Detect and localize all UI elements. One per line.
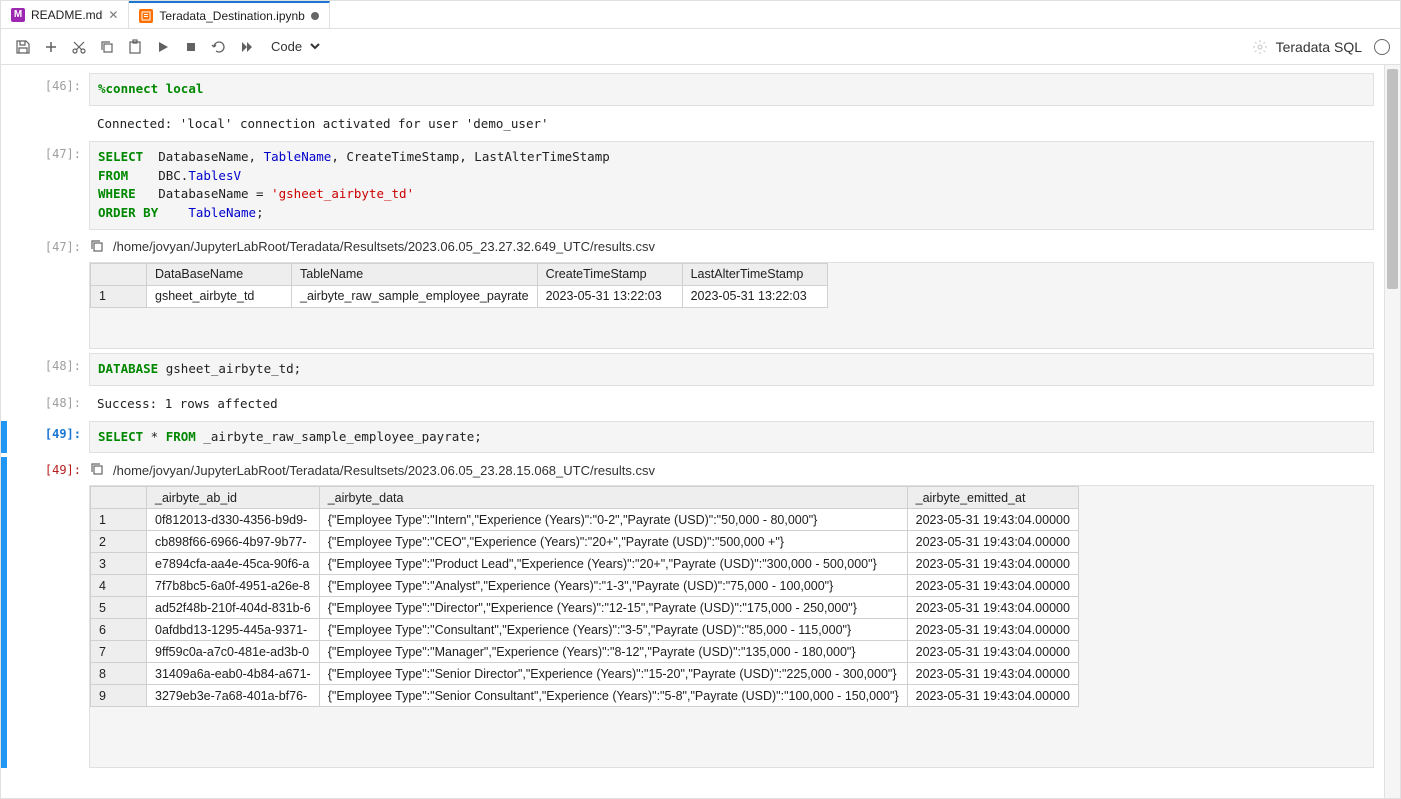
table-row: 5ad52f48b-210f-404d-831b-6{"Employee Typ… xyxy=(91,597,1079,619)
scrollbar-thumb[interactable] xyxy=(1387,69,1398,289)
input-prompt: [49]: xyxy=(7,421,89,454)
markdown-icon: M xyxy=(11,8,25,22)
table-row: 831409a6a-eab0-4b84-a671-{"Employee Type… xyxy=(91,663,1079,685)
settings-icon[interactable] xyxy=(1248,35,1272,59)
vertical-scrollbar[interactable] xyxy=(1384,65,1400,798)
restart-run-all-button[interactable] xyxy=(235,35,259,59)
column-header[interactable]: _airbyte_ab_id xyxy=(147,487,320,509)
interrupt-button[interactable] xyxy=(179,35,203,59)
insert-cell-button[interactable] xyxy=(39,35,63,59)
cut-button[interactable] xyxy=(67,35,91,59)
result-table: DataBaseNameTableNameCreateTimeStampLast… xyxy=(90,263,828,308)
output-text: Connected: 'local' connection activated … xyxy=(89,110,1374,137)
output-text: Success: 1 rows affected xyxy=(89,390,1374,417)
paste-button[interactable] xyxy=(123,35,147,59)
tab-label: Teradata_Destination.ipynb xyxy=(159,9,304,23)
table-row: 10f812013-d330-4356-b9d9-{"Employee Type… xyxy=(91,509,1079,531)
notebook-scroll[interactable]: [46]: %connect local Connected: 'local' … xyxy=(1,65,1400,798)
kernel-status-icon[interactable] xyxy=(1374,39,1390,55)
close-icon[interactable]: ✕ xyxy=(108,8,118,22)
kernel-name[interactable]: Teradata SQL xyxy=(1276,39,1362,55)
table-row: 47f7b8bc5-6a0f-4951-a26e-8{"Employee Typ… xyxy=(91,575,1079,597)
table-row: 60afdbd13-1295-445a-9371-{"Employee Type… xyxy=(91,619,1079,641)
copy-icon[interactable] xyxy=(89,461,107,479)
copy-icon[interactable] xyxy=(89,238,107,256)
output-area: [48]: Success: 1 rows affected xyxy=(1,390,1390,417)
code-cell[interactable]: [46]: %connect local xyxy=(1,73,1390,106)
column-header[interactable]: CreateTimeStamp xyxy=(537,263,682,285)
table-row: 2cb898f66-6966-4b97-9b77-{"Employee Type… xyxy=(91,531,1079,553)
result-table: _airbyte_ab_id_airbyte_data_airbyte_emit… xyxy=(90,486,1079,707)
run-button[interactable] xyxy=(151,35,175,59)
result-path: /home/jovyan/JupyterLabRoot/Teradata/Res… xyxy=(113,239,655,254)
output-area: [47]: /home/jovyan/JupyterLabRoot/Terada… xyxy=(1,234,1390,349)
input-prompt: [47]: xyxy=(7,141,89,230)
tab-readme[interactable]: M README.md ✕ xyxy=(1,1,129,28)
code-cell[interactable]: [47]: SELECT DatabaseName, TableName, Cr… xyxy=(1,141,1390,230)
table-row: 3e7894cfa-aa4e-45ca-90f6-a{"Employee Typ… xyxy=(91,553,1079,575)
output-area: [49]: /home/jovyan/JupyterLabRoot/Terada… xyxy=(1,457,1390,768)
tab-bar: M README.md ✕ Teradata_Destination.ipynb xyxy=(1,1,1400,29)
copy-button[interactable] xyxy=(95,35,119,59)
column-header[interactable]: _airbyte_emitted_at xyxy=(907,487,1078,509)
code-cell[interactable]: [49]: SELECT * FROM _airbyte_raw_sample_… xyxy=(1,421,1390,454)
tab-notebook[interactable]: Teradata_Destination.ipynb xyxy=(129,1,329,28)
input-prompt: [46]: xyxy=(7,73,89,106)
column-header[interactable]: _airbyte_data xyxy=(319,487,907,509)
code-editor[interactable]: %connect local xyxy=(89,73,1374,106)
output-area: Connected: 'local' connection activated … xyxy=(1,110,1390,137)
code-editor[interactable]: SELECT DatabaseName, TableName, CreateTi… xyxy=(89,141,1374,230)
notebook-toolbar: Code Teradata SQL xyxy=(1,29,1400,65)
restart-button[interactable] xyxy=(207,35,231,59)
column-header[interactable]: DataBaseName xyxy=(147,263,292,285)
tab-label: README.md xyxy=(31,8,102,22)
jupyterlab-app: M README.md ✕ Teradata_Destination.ipynb… xyxy=(0,0,1401,799)
table-row: 1gsheet_airbyte_td_airbyte_raw_sample_em… xyxy=(91,285,828,307)
dirty-indicator-icon xyxy=(311,12,319,20)
code-editor[interactable]: DATABASE gsheet_airbyte_td; xyxy=(89,353,1374,386)
code-cell[interactable]: [48]: DATABASE gsheet_airbyte_td; xyxy=(1,353,1390,386)
save-button[interactable] xyxy=(11,35,35,59)
column-header[interactable]: LastAlterTimeStamp xyxy=(682,263,827,285)
notebook-icon xyxy=(139,9,153,23)
cell-type-select[interactable]: Code xyxy=(263,36,323,57)
output-prompt: [47]: xyxy=(7,234,89,349)
input-prompt: [48]: xyxy=(7,353,89,386)
output-prompt: [49]: xyxy=(7,457,89,768)
result-path: /home/jovyan/JupyterLabRoot/Teradata/Res… xyxy=(113,463,655,478)
table-row: 93279eb3e-7a68-401a-bf76-{"Employee Type… xyxy=(91,685,1079,707)
column-header[interactable]: TableName xyxy=(292,263,538,285)
table-row: 79ff59c0a-a7c0-481e-ad3b-0{"Employee Typ… xyxy=(91,641,1079,663)
code-editor[interactable]: SELECT * FROM _airbyte_raw_sample_employ… xyxy=(89,421,1374,454)
output-prompt: [48]: xyxy=(7,390,89,417)
